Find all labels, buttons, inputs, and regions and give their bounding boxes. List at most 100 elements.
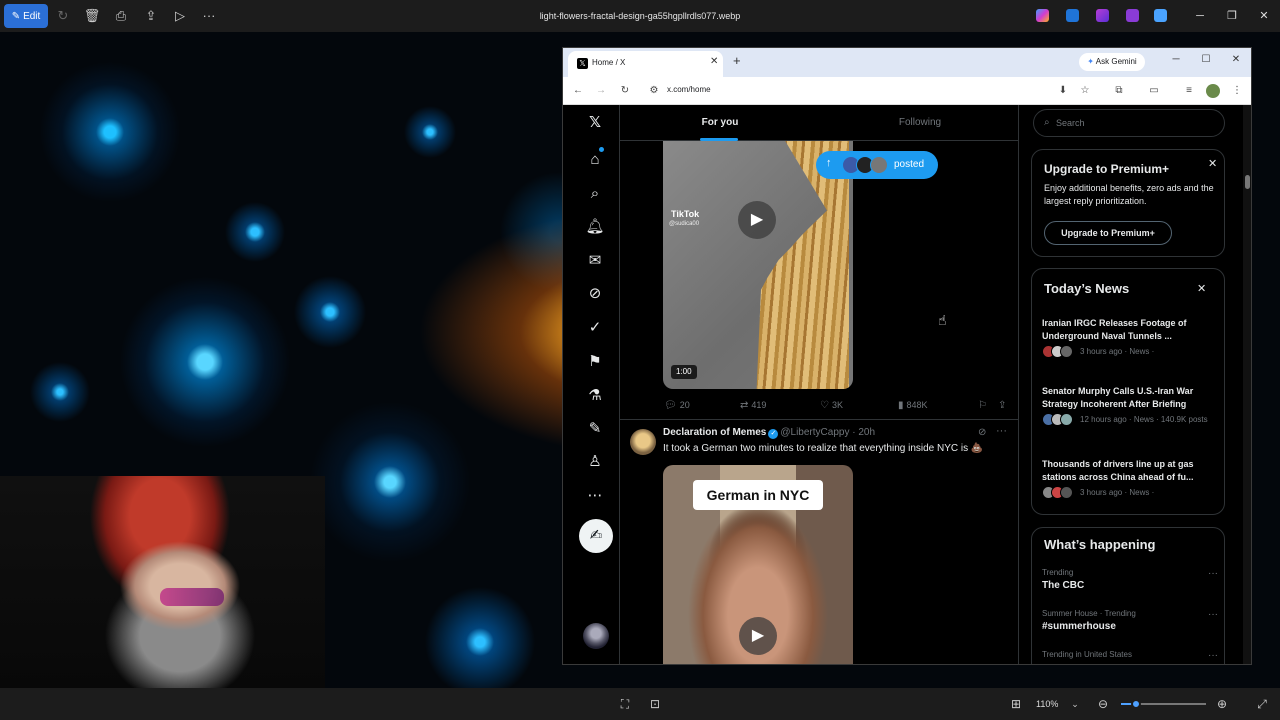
person-icon[interactable]: ♙ [583, 450, 607, 474]
repost-button[interactable]: ⇄ 419 [740, 397, 766, 413]
cast-icon[interactable]: ▭ [1147, 84, 1161, 98]
visual-search-icon[interactable]: ⛶ [617, 696, 633, 712]
browser-maximize-icon[interactable]: ☐ [1196, 54, 1216, 65]
zoom-out-icon[interactable]: ⊖ [1095, 696, 1111, 712]
zoom-in-icon[interactable]: ⊕ [1214, 696, 1230, 712]
play-icon[interactable]: ▶ [739, 617, 777, 655]
tweet-header: Declaration of Memes ✓ @LibertyCappy · 20h [663, 427, 875, 441]
browser-minimize-icon[interactable]: ─ [1166, 54, 1186, 65]
views-button[interactable]: ▮ 848K [898, 397, 928, 413]
delete-icon[interactable]: 🗑 [83, 7, 101, 25]
ask-gemini-button[interactable]: ✦ Ask Gemini [1079, 53, 1145, 71]
compose-icon[interactable]: ✍ [579, 519, 613, 553]
trend-meta: Trending [1042, 568, 1074, 577]
more-icon[interactable]: ··· [1208, 568, 1218, 579]
verified-icon[interactable]: ✓ [583, 316, 607, 340]
tab-x-home[interactable]: 𝕏 Home / X ✕ [568, 51, 723, 77]
news-avatars [1042, 413, 1076, 426]
url-field[interactable]: x.com/home [667, 85, 711, 94]
clipchamp-icon[interactable] [1096, 9, 1109, 22]
search-icon[interactable]: ⌕ [583, 182, 607, 206]
restore-icon[interactable]: ❐ [1216, 0, 1248, 32]
more-icon[interactable]: ··· [200, 7, 218, 25]
tab-title: Home / X [592, 58, 626, 67]
print-icon[interactable]: ⎙ [112, 7, 130, 25]
new-posts-pill[interactable]: ↑ posted [816, 151, 938, 179]
bookmark-icon[interactable]: ⚑ [583, 350, 607, 374]
scrollbar-thumb[interactable] [1245, 175, 1250, 189]
close-icon[interactable]: ✕ [1197, 282, 1206, 295]
news-item[interactable]: Iranian IRGC Releases Footage of Undergr… [1042, 317, 1218, 358]
flask-icon[interactable]: ⚗ [583, 384, 607, 408]
tab-for-you[interactable]: For you [620, 105, 820, 141]
upgrade-premium-button[interactable]: Upgrade to Premium+ [1044, 221, 1172, 245]
tweet-video[interactable]: German in NYC ▶ [663, 465, 853, 664]
active-tab-indicator [700, 138, 738, 141]
tweet-actions: 💬︎ 20 ⇄ 419 ♡ 3K ▮ 848K ⚐ ⇪ [620, 397, 1018, 413]
grok-icon[interactable]: ⊘ [978, 427, 986, 438]
bookmark-button[interactable]: ⚐ [978, 397, 990, 413]
more-icon[interactable]: ··· [996, 425, 1007, 437]
tweet-time[interactable]: · 20h [852, 427, 875, 438]
author-name[interactable]: Declaration of Memes [663, 427, 766, 438]
minimize-icon[interactable]: ─ [1184, 0, 1216, 32]
designer-icon[interactable] [1066, 9, 1079, 22]
chevron-down-icon[interactable]: ⌄ [1067, 696, 1083, 712]
trend-item[interactable]: Trending The CBC ··· [1042, 568, 1218, 591]
trend-item[interactable]: Trending in United States ··· [1042, 650, 1218, 662]
rotate-icon[interactable]: ↻ [54, 7, 72, 25]
news-avatars [1042, 486, 1076, 499]
reading-list-icon[interactable]: ≡ [1182, 84, 1196, 98]
extensions-icon[interactable]: ⧉ [1112, 84, 1126, 98]
avatar[interactable] [630, 429, 656, 455]
text-scan-icon[interactable]: ⊡ [647, 696, 663, 712]
bookmark-star-icon[interactable]: ☆ [1078, 84, 1092, 98]
x-home-page: 𝕏 ⌂ ⌕ 🔔︎ ✉ ⊘ ✓ ⚑ ⚗ ✎ ♙ ⋯ ✍ For you Follo… [563, 105, 1251, 664]
onedrive-icon[interactable] [1154, 9, 1167, 22]
more-icon[interactable]: ··· [1208, 650, 1218, 661]
author-handle[interactable]: @LibertyCappy [780, 427, 849, 438]
new-tab-icon[interactable]: + [733, 54, 741, 68]
home-icon[interactable]: ⌂ [583, 148, 607, 172]
grok-icon[interactable]: ⊘ [583, 282, 607, 306]
like-button[interactable]: ♡ 3K [820, 397, 843, 413]
slideshow-icon[interactable]: ▷ [171, 7, 189, 25]
reply-button[interactable]: 💬︎ 20 [664, 397, 690, 413]
share-icon[interactable]: ⇪ [142, 7, 160, 25]
close-icon[interactable]: ✕ [1248, 0, 1280, 32]
news-item[interactable]: Senator Murphy Calls U.S.-Iran War Strat… [1042, 385, 1218, 426]
more-circle-icon[interactable]: ⋯ [583, 484, 607, 508]
fit-to-window-icon[interactable]: ⊞ [1008, 696, 1024, 712]
account-avatar[interactable] [583, 623, 609, 649]
bell-icon[interactable]: 🔔︎ [583, 215, 607, 239]
share-button[interactable]: ⇪ [998, 397, 1009, 413]
reload-icon[interactable]: ↻ [618, 84, 632, 98]
close-icon[interactable]: ✕ [1208, 157, 1217, 170]
news-item[interactable]: Thousands of drivers line up at gas stat… [1042, 458, 1218, 499]
edit-button[interactable]: ✎ Edit [4, 4, 48, 28]
fullscreen-icon[interactable]: ⤢ [1254, 696, 1270, 712]
photos-app-icon[interactable] [1126, 9, 1139, 22]
x-logo-icon[interactable]: 𝕏 [583, 111, 607, 135]
news-avatars [1042, 345, 1076, 358]
install-app-icon[interactable]: ⬇ [1056, 84, 1070, 98]
play-icon[interactable]: ▶ [738, 201, 776, 239]
zoom-level[interactable]: 110% [1036, 696, 1058, 712]
more-icon[interactable]: ··· [1208, 609, 1218, 620]
tab-close-icon[interactable]: ✕ [710, 56, 718, 67]
copilot-icon[interactable] [1036, 9, 1049, 22]
site-info-icon[interactable]: ⚙ [647, 84, 661, 98]
browser-menu-icon[interactable]: ⋮ [1230, 84, 1244, 98]
back-icon[interactable]: ← [571, 84, 585, 98]
forward-icon[interactable]: → [594, 84, 608, 98]
tab-following[interactable]: Following [820, 105, 1018, 141]
trend-item[interactable]: Summer House · Trending #summerhouse ··· [1042, 609, 1218, 632]
page-scrollbar[interactable] [1243, 105, 1251, 664]
mail-icon[interactable]: ✉ [583, 249, 607, 273]
browser-close-icon[interactable]: ✕ [1226, 54, 1246, 65]
profile-avatar[interactable] [1206, 84, 1220, 98]
search-input[interactable]: ⌕ Search [1033, 109, 1225, 137]
zoom-slider[interactable] [1121, 699, 1206, 709]
edit-icon[interactable]: ✎ [583, 417, 607, 441]
whats-happening-card: What’s happening Trending The CBC ··· Su… [1031, 527, 1225, 664]
